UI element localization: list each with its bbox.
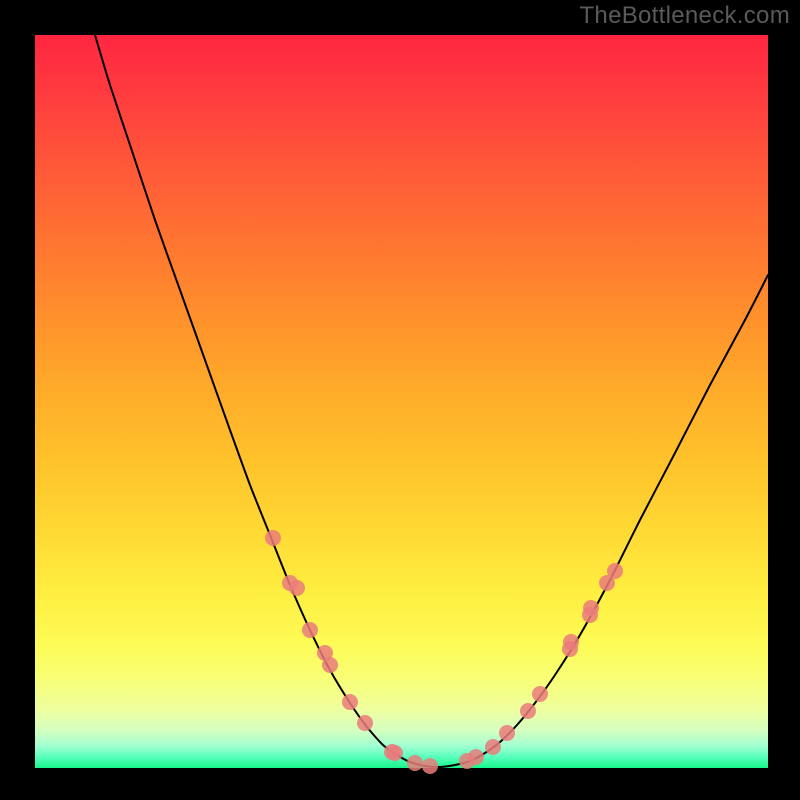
curve-marker	[422, 758, 438, 774]
chart-frame: TheBottleneck.com	[0, 0, 800, 800]
curve-marker	[289, 580, 305, 596]
curve-marker	[468, 749, 484, 765]
curve-marker	[265, 530, 281, 546]
curve-marker	[520, 703, 536, 719]
curve-marker	[387, 745, 403, 761]
curve-marker	[357, 715, 373, 731]
chart-svg	[35, 35, 768, 768]
bottleneck-curve	[95, 35, 768, 767]
curve-marker	[532, 686, 548, 702]
watermark-text: TheBottleneck.com	[579, 2, 790, 30]
curve-marker	[583, 600, 599, 616]
curve-marker	[485, 739, 501, 755]
curve-marker	[607, 563, 623, 579]
plot-area	[35, 35, 768, 768]
curve-marker	[407, 755, 423, 771]
curve-marker	[322, 657, 338, 673]
curve-marker	[342, 694, 358, 710]
curve-marker	[302, 622, 318, 638]
curve-markers	[265, 530, 623, 774]
curve-marker	[563, 634, 579, 650]
curve-marker	[499, 725, 515, 741]
